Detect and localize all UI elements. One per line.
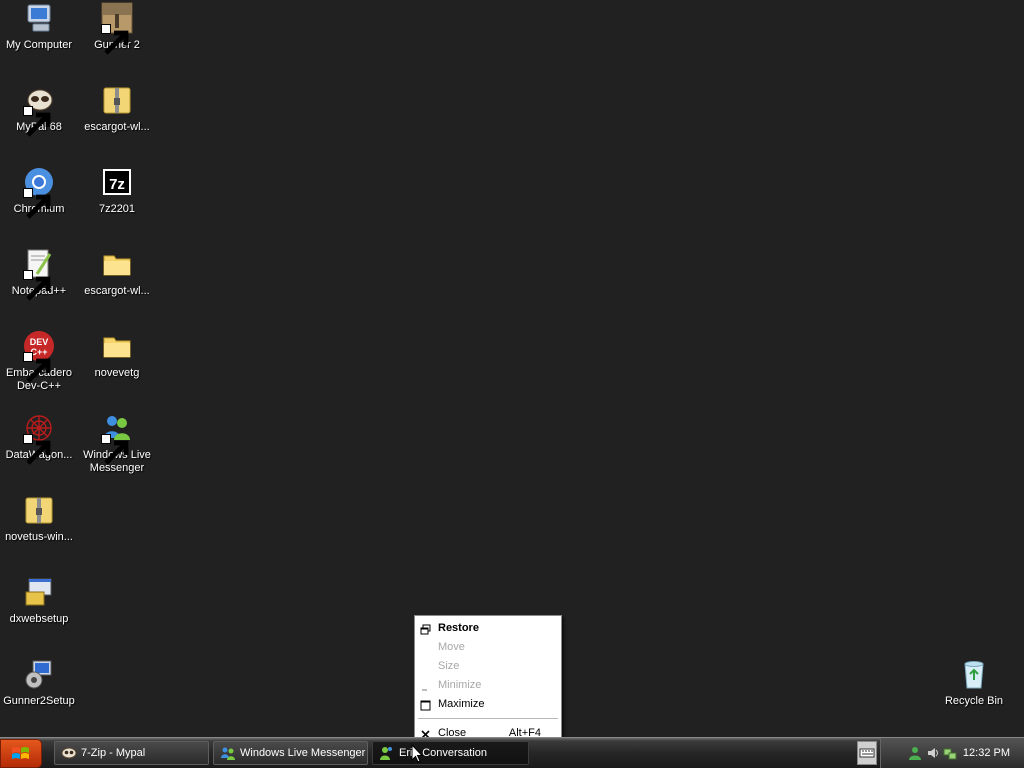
mypal-browser-icon bbox=[61, 745, 77, 761]
menu-item-size: Size bbox=[415, 657, 561, 676]
desktop-icon-label: escargot-wl... bbox=[84, 285, 150, 297]
taskbar-button-windows-live-messenger[interactable]: Windows Live Messenger bbox=[213, 741, 368, 765]
menu-item-restore[interactable]: Restore bbox=[415, 619, 561, 638]
notepad-plus-plus-icon bbox=[23, 248, 55, 301]
menu-separator bbox=[418, 718, 558, 719]
windows-live-messenger-icon bbox=[101, 412, 133, 465]
restore-icon bbox=[420, 623, 431, 635]
svg-text:7z: 7z bbox=[109, 176, 125, 193]
recycle-bin-icon bbox=[958, 658, 990, 690]
gunner2-game-icon bbox=[101, 2, 133, 55]
desktop-icon-label: novetus-win... bbox=[5, 531, 73, 543]
messenger-status-icon[interactable] bbox=[908, 746, 922, 760]
desktop-icon-mypal[interactable]: MyPal 68 bbox=[0, 84, 78, 137]
volume-icon[interactable] bbox=[926, 746, 940, 760]
desktop-icon-my-computer[interactable]: My Computer bbox=[0, 2, 78, 52]
desktop-icon-dxwebsetup[interactable]: dxwebsetup bbox=[0, 576, 78, 626]
desktop-icon-novevetg[interactable]: novevetg bbox=[78, 330, 156, 380]
svg-text:DEV: DEV bbox=[30, 337, 49, 347]
desktop-icon-label: escargot-wl... bbox=[84, 121, 150, 133]
shortcut-arrow-icon bbox=[23, 270, 51, 301]
taskbar-button-label: Windows Live Messenger bbox=[240, 747, 366, 759]
maximize-icon bbox=[420, 699, 431, 711]
shortcut-arrow-icon bbox=[101, 434, 129, 465]
setup-icon bbox=[23, 658, 55, 690]
desktop-icon-label: My Computer bbox=[5, 39, 73, 51]
desktop-icon-notepad-plus-plus[interactable]: Notepad++ bbox=[0, 248, 78, 301]
desktop-icon-novetus-zip[interactable]: novetus-win... bbox=[0, 494, 78, 544]
conversation-icon bbox=[379, 745, 395, 761]
desktop-icon-datawagon[interactable]: DataWagon... bbox=[0, 412, 78, 465]
shortcut-arrow-icon bbox=[101, 24, 129, 55]
shortcut-arrow-icon bbox=[23, 106, 51, 137]
menu-item-label: Maximize bbox=[438, 698, 485, 710]
menu-item-label: Move bbox=[438, 641, 465, 653]
chromium-icon bbox=[23, 166, 55, 219]
desktop-icon-escargot-folder[interactable]: escargot-wl... bbox=[78, 248, 156, 298]
zip-folder-icon bbox=[23, 494, 55, 526]
desktop-icon-dev-cpp[interactable]: DEV C++ Embarcadero Dev-C++ bbox=[0, 330, 78, 393]
menu-item-minimize: Minimize bbox=[415, 676, 561, 695]
desktop-icon-label: dxwebsetup bbox=[9, 613, 69, 625]
shortcut-arrow-icon bbox=[23, 434, 51, 465]
desktop-icon-chromium[interactable]: Chromium bbox=[0, 166, 78, 219]
taskbar-button-conversation[interactable]: Eri - Conversation bbox=[372, 741, 529, 765]
my-computer-icon bbox=[23, 2, 55, 34]
desktop-icon-recycle-bin[interactable]: Recycle Bin bbox=[935, 658, 1013, 708]
start-button[interactable] bbox=[0, 739, 42, 768]
shortcut-arrow-icon bbox=[23, 352, 51, 383]
clock[interactable]: 12:32 PM bbox=[963, 747, 1010, 759]
installer-icon bbox=[23, 576, 55, 608]
mypal-browser-icon bbox=[23, 84, 55, 137]
desktop-icon-escargot-zip[interactable]: escargot-wl... bbox=[78, 84, 156, 134]
datawagon-icon bbox=[23, 412, 55, 465]
menu-item-label: Restore bbox=[438, 622, 479, 634]
system-tray: 12:32 PM bbox=[880, 738, 1024, 768]
menu-item-move: Move bbox=[415, 638, 561, 657]
desktop-icon-label: Recycle Bin bbox=[944, 695, 1004, 707]
windows-live-messenger-icon bbox=[220, 745, 236, 761]
window-context-menu: Restore Move Size Minimize Maximize Clos… bbox=[414, 615, 562, 747]
network-icon[interactable] bbox=[943, 746, 957, 760]
minimize-icon bbox=[420, 680, 431, 691]
desktop-icon-label: 7z2201 bbox=[98, 203, 136, 215]
7zip-icon: 7z bbox=[101, 166, 133, 198]
zip-folder-icon bbox=[101, 84, 133, 116]
mouse-cursor-icon bbox=[411, 744, 423, 763]
desktop-icon-7z2201[interactable]: 7z 7z2201 bbox=[78, 166, 156, 216]
language-bar-keyboard-icon[interactable] bbox=[857, 741, 877, 765]
folder-icon bbox=[101, 330, 133, 362]
taskbar-button-mypal[interactable]: 7-Zip - Mypal bbox=[54, 741, 209, 765]
folder-icon bbox=[101, 248, 133, 280]
taskbar: 7-Zip - Mypal Windows Live Messenger Eri… bbox=[0, 737, 1024, 768]
menu-item-label: Minimize bbox=[438, 679, 482, 691]
menu-item-label: Size bbox=[438, 660, 460, 672]
shortcut-arrow-icon bbox=[23, 188, 51, 219]
desktop-icon-label: Gunner2Setup bbox=[3, 695, 75, 707]
taskbar-button-label: 7-Zip - Mypal bbox=[81, 747, 146, 759]
desktop-icon-gunner2setup[interactable]: Gunner2Setup bbox=[0, 658, 78, 708]
windows-logo-icon bbox=[12, 747, 29, 759]
desktop-icon-gunner2[interactable]: Gunner 2 bbox=[78, 2, 156, 55]
desktop-icon-label: novevetg bbox=[94, 367, 140, 379]
dev-cpp-icon: DEV C++ bbox=[23, 330, 55, 383]
menu-item-maximize[interactable]: Maximize bbox=[415, 695, 561, 714]
desktop-icon-windows-live-messenger[interactable]: Windows Live Messenger bbox=[78, 412, 156, 475]
